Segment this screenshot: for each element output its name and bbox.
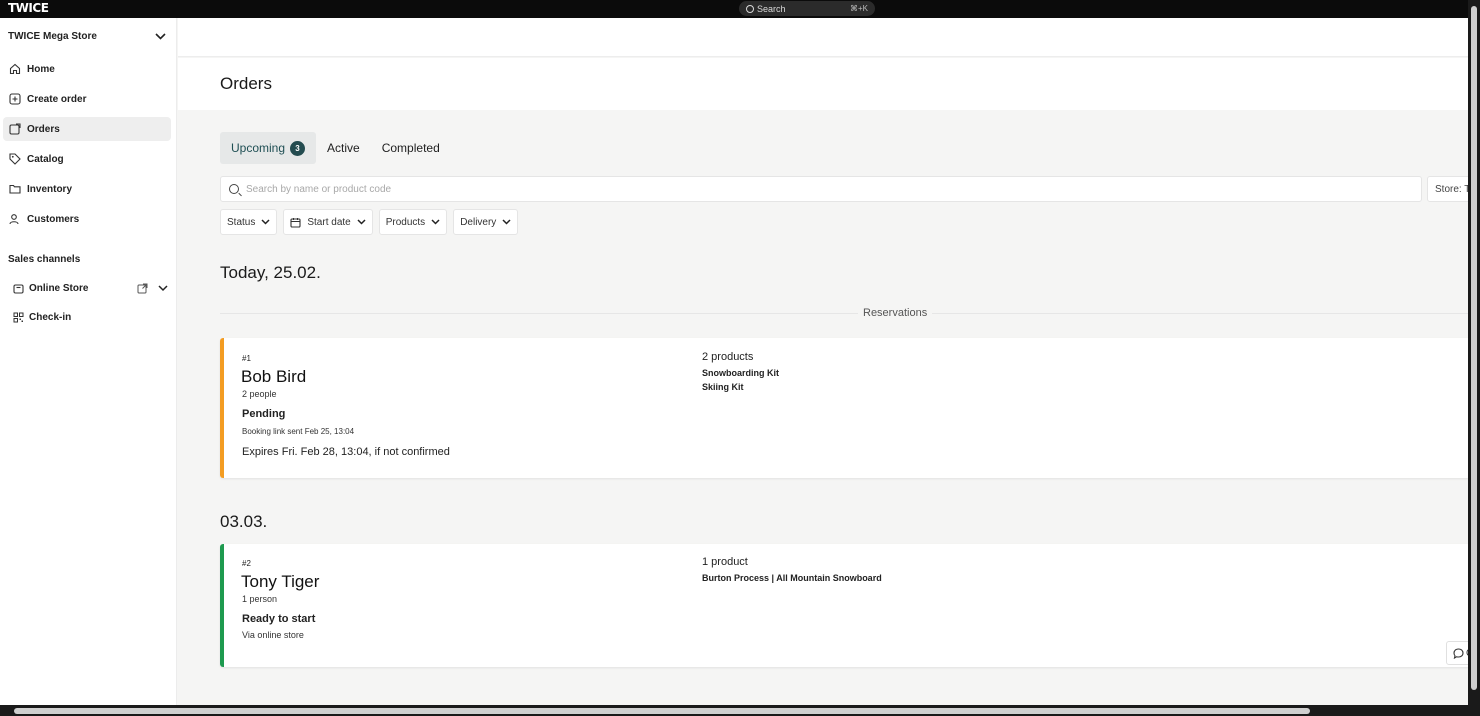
nav-create-order[interactable]: Create order — [3, 87, 171, 111]
product-item: Snowboarding Kit — [702, 368, 779, 378]
nav-customers[interactable]: Customers — [3, 207, 171, 231]
product-count: 1 product — [702, 556, 748, 568]
order-number: #2 — [242, 559, 251, 568]
store-filter-button[interactable]: Store: T — [1427, 176, 1468, 202]
status-accent-bar — [220, 338, 224, 478]
tab-active-label: Active — [327, 141, 360, 155]
customer-name: Bob Bird — [241, 367, 307, 386]
search-placeholder: Search by name or product code — [246, 183, 392, 195]
sales-channels-heading: Sales channels — [8, 254, 81, 265]
filter-start-date-label: Start date — [307, 216, 351, 228]
chevron-down-icon[interactable] — [158, 284, 168, 292]
folder-icon — [9, 183, 21, 195]
chevron-down-icon — [357, 219, 366, 225]
app-logo: TWICE — [8, 1, 49, 15]
store-icon — [13, 283, 24, 294]
reservations-label: Reservations — [858, 307, 933, 319]
store-filter-label: Store: T — [1435, 183, 1468, 195]
page-title: Orders — [220, 74, 272, 93]
nav-create-order-label: Create order — [27, 93, 87, 105]
vertical-scroll-thumb[interactable] — [1471, 6, 1477, 690]
home-icon — [9, 63, 21, 75]
section-divider — [220, 313, 1468, 314]
search-icon — [229, 184, 239, 194]
order-search-input[interactable]: Search by name or product code — [220, 176, 1422, 202]
filter-delivery-label: Delivery — [460, 216, 497, 228]
tab-upcoming-label: Upcoming — [231, 141, 286, 155]
nav-inventory-label: Inventory — [27, 183, 73, 195]
filter-products-label: Products — [385, 216, 426, 228]
nav-catalog[interactable]: Catalog — [3, 147, 171, 171]
order-status: Pending — [242, 408, 286, 420]
channel-online-store[interactable]: Online Store — [13, 278, 168, 298]
orders-icon — [9, 123, 21, 135]
top-bar: TWICE Search ⌘+K — [0, 0, 1480, 18]
chevron-down-icon — [261, 219, 270, 225]
users-icon — [9, 213, 21, 225]
nav-orders-label: Orders — [27, 123, 60, 135]
nav-home-label: Home — [27, 63, 55, 75]
party-size: 1 person — [242, 594, 278, 604]
store-name: TWICE Mega Store — [8, 31, 97, 42]
store-selector[interactable]: TWICE Mega Store — [8, 31, 166, 42]
customer-name: Tony Tiger — [241, 572, 320, 591]
tab-completed-label: Completed — [381, 141, 440, 155]
channel-check-in-label: Check-in — [29, 311, 72, 323]
comment-icon — [1453, 647, 1464, 659]
global-search-label: Search — [757, 3, 786, 14]
sidebar: TWICE Mega Store Home Create order Order… — [0, 18, 177, 705]
tab-upcoming[interactable]: Upcoming 3 — [220, 132, 317, 164]
product-item: Burton Process | All Mountain Snowboard — [702, 573, 882, 583]
party-size: 2 people — [242, 389, 277, 399]
filter-status[interactable]: Status — [220, 209, 278, 235]
filter-delivery[interactable]: Delivery — [453, 209, 519, 235]
main-top-strip — [178, 18, 1468, 57]
order-card-1[interactable]: #1 Bob Bird 2 people Pending Booking lin… — [220, 338, 1468, 478]
nav-home[interactable]: Home — [3, 57, 171, 81]
qr-code-icon — [13, 312, 24, 323]
search-icon — [746, 4, 754, 13]
horizontal-scroll-thumb[interactable] — [14, 708, 1310, 714]
horizontal-scrollbar[interactable] — [0, 705, 1480, 716]
order-card-2[interactable]: #2 Tony Tiger 1 person Ready to start Vi… — [220, 544, 1468, 667]
chevron-down-icon — [155, 33, 166, 40]
expiry-note: Expires Fri. Feb 28, 13:04, if not confi… — [242, 446, 450, 458]
search-shortcut: ⌘+K — [849, 4, 868, 13]
order-status: Ready to start — [242, 613, 316, 625]
filter-start-date[interactable]: Start date — [283, 209, 373, 235]
channel-online-store-label: Online Store — [29, 282, 89, 294]
filter-bar: Status Start date Products Delivery — [220, 209, 519, 235]
filter-status-label: Status — [227, 216, 256, 228]
nav-customers-label: Customers — [27, 213, 80, 225]
order-tabs: Upcoming 3 Active Completed — [220, 132, 451, 164]
comment-button[interactable]: Co — [1446, 641, 1468, 665]
external-link-icon[interactable] — [137, 283, 148, 294]
nav-catalog-label: Catalog — [27, 153, 64, 165]
filter-products[interactable]: Products — [378, 209, 448, 235]
plus-square-icon — [9, 93, 21, 105]
chevron-down-icon — [502, 219, 511, 225]
channel-check-in[interactable]: Check-in — [13, 307, 168, 327]
status-detail: Booking link sent Feb 25, 13:04 — [242, 427, 355, 436]
tab-active[interactable]: Active — [316, 132, 371, 164]
nav-orders[interactable]: Orders — [3, 117, 171, 141]
count-badge: 3 — [290, 140, 306, 156]
product-count: 2 products — [702, 351, 754, 363]
global-search-button[interactable]: Search ⌘+K — [739, 1, 875, 16]
status-detail: Via online store — [242, 630, 304, 640]
product-item: Skiing Kit — [702, 382, 744, 392]
date-heading-today: Today, 25.02. — [220, 263, 321, 282]
page-header: Orders — [178, 58, 1468, 110]
order-number: #1 — [242, 354, 251, 363]
nav-inventory[interactable]: Inventory — [3, 177, 171, 201]
chevron-down-icon — [431, 219, 440, 225]
tag-icon — [9, 153, 21, 165]
vertical-scrollbar[interactable] — [1468, 0, 1480, 705]
status-accent-bar — [220, 544, 224, 667]
tab-completed[interactable]: Completed — [371, 132, 451, 164]
date-heading-0303: 03.03. — [220, 512, 268, 531]
main-content: Orders Upcoming 3 Active Completed Searc… — [178, 18, 1468, 705]
calendar-icon — [290, 217, 301, 228]
